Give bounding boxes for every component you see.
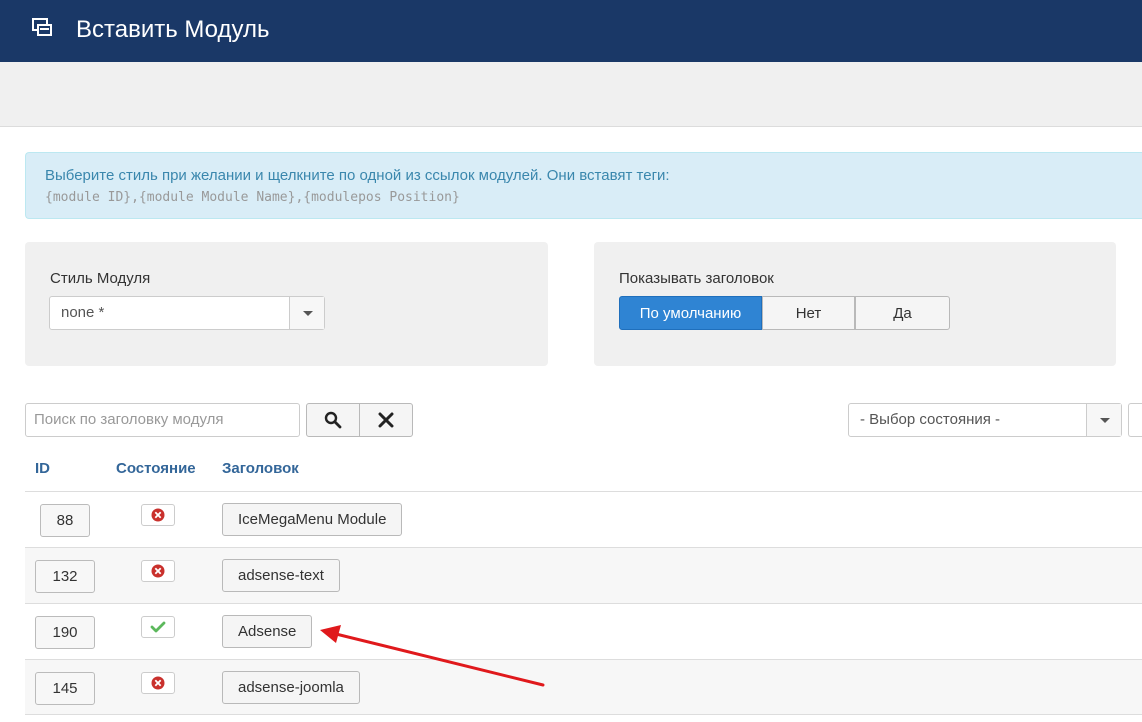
search-button[interactable] [306,403,360,437]
row-id: 132 [35,560,95,593]
close-icon [378,412,394,428]
chevron-down-icon [289,297,324,329]
unpublished-icon [151,564,165,578]
info-alert: Выберите стиль при желании и щелкните по… [25,152,1142,219]
limit-select[interactable] [1128,403,1142,437]
show-title-label: Показывать заголовок [619,270,774,287]
show-title-panel: Показывать заголовок По умолчанию Нет Да [594,242,1116,366]
table-row: 88 IceMegaMenu Module [25,491,1142,547]
search-input[interactable]: Поиск по заголовку модуля [25,403,300,437]
alert-text: Выберите стиль при желании и щелкните по… [45,167,670,184]
unpublished-icon [151,676,165,690]
column-header-title[interactable]: Заголовок [222,460,299,477]
module-link[interactable]: IceMegaMenu Module [222,503,403,536]
module-style-label: Стиль Модуля [50,270,151,287]
table-row: 132 adsense-text [25,547,1142,603]
status-badge [141,560,175,582]
alert-code: {module ID},{module Module Name},{module… [45,190,460,205]
table-row: 145 adsense-joomla [25,659,1142,715]
search-icon [324,411,342,429]
table-row: 190 Adsense [25,603,1142,659]
check-icon [150,621,166,633]
column-header-state[interactable]: Состояние [116,460,196,477]
module-icon [32,18,52,36]
status-badge [141,504,175,526]
status-badge [141,616,175,638]
unpublished-icon [151,508,165,522]
option-default-button[interactable]: По умолчанию [619,296,762,330]
toolbar [0,62,1142,127]
row-id: 190 [35,616,95,649]
module-style-value: none * [61,304,105,321]
app-header: Вставить Модуль [0,0,1142,62]
module-style-select[interactable]: none * [49,296,325,330]
module-link[interactable]: Adsense [222,615,313,648]
state-filter-select[interactable]: - Выбор состояния - [848,403,1122,437]
module-link[interactable]: adsense-joomla [222,671,360,704]
show-title-toggle: По умолчанию Нет Да [619,296,950,330]
clear-search-button[interactable] [359,403,413,437]
state-filter-value: - Выбор состояния - [860,411,1001,428]
page-title: Вставить Модуль [76,16,270,43]
row-id: 88 [40,504,90,537]
option-yes-button[interactable]: Да [855,296,950,330]
row-id: 145 [35,672,95,705]
chevron-down-icon [1086,404,1121,436]
column-header-id[interactable]: ID [35,460,50,477]
module-link[interactable]: adsense-text [222,559,340,592]
module-style-panel: Стиль Модуля none * [25,242,548,366]
status-badge [141,672,175,694]
option-no-button[interactable]: Нет [762,296,855,330]
